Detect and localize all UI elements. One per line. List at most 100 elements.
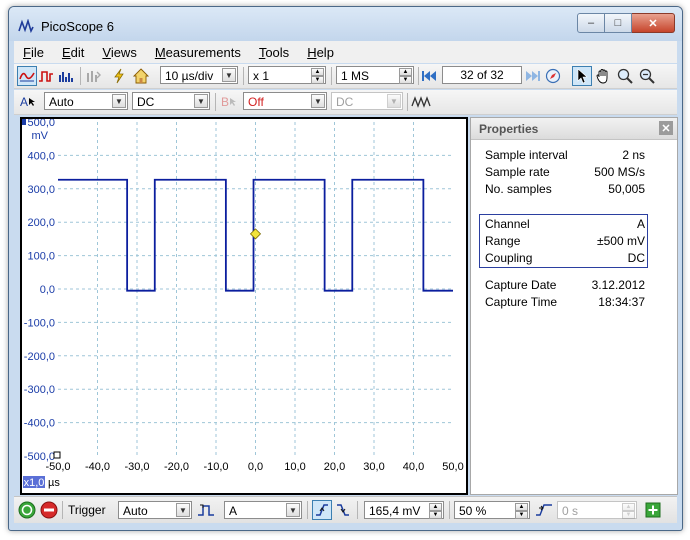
trigger-label: Trigger [68,503,106,517]
property-label: No. samples [485,182,552,196]
property-row: Sample rate 500 MS/s [485,165,645,181]
scope-mode-icon[interactable] [17,66,37,86]
trigger-delay-value: 0 s [562,504,579,518]
minimize-button[interactable]: – [577,13,605,33]
spin-up-icon[interactable]: ▲ [399,68,412,76]
menu-views[interactable]: Views [93,45,145,60]
property-row: Sample interval 2 ns [485,148,645,164]
spin-down-icon[interactable]: ▼ [399,76,412,84]
samples-value: 1 MS [341,69,370,83]
y-axis-unit: mV [32,130,49,142]
compass-navigate-icon[interactable] [544,67,562,85]
chevron-down-icon[interactable]: ▼ [286,503,300,517]
close-button[interactable]: ✕ [632,13,675,33]
samples-spinner[interactable]: 1 MS ▲ ▼ [336,66,414,84]
scope-view[interactable]: 500,0 400,0 300,0 200,0 100,0 0,0 -100,0 -200,0… [20,117,468,495]
y-tick-label: -200,0 [24,351,55,363]
x-tick-label: 0,0 [248,461,263,473]
channel-a-range-select[interactable]: Auto ▼ [44,92,128,110]
scope-plot[interactable]: 500,0 400,0 300,0 200,0 100,0 0,0 -100,0 -200,0… [22,117,466,493]
pre-trigger-spinner[interactable]: 50 % ▲ ▼ [454,501,530,519]
y-tick-label: -300,0 [24,384,55,396]
serial-decoding-icon[interactable] [84,67,102,85]
chevron-down-icon[interactable]: ▼ [222,68,236,82]
channel-a-letter: A [19,95,28,109]
y-tick-label: 400,0 [27,150,55,162]
x-tick-label: 30,0 [363,461,384,473]
menu-help[interactable]: Help [298,45,343,60]
property-row: No. samples 50,005 [485,182,645,198]
default-setup-home-icon[interactable] [132,67,150,85]
spin-down-icon[interactable]: ▼ [515,511,528,519]
hand-pan-icon[interactable] [594,67,612,85]
x-tick-label: 10,0 [284,461,305,473]
trigger-source-select[interactable]: A ▼ [224,501,302,519]
y-tick-label: 200,0 [27,217,55,229]
math-channels-icon[interactable] [410,93,432,111]
trigger-delay-spinner: 0 s ▲ ▼ [557,501,637,519]
y-tick-label: 500,0 [27,119,55,129]
property-label: Sample interval [485,148,568,162]
persistence-mode-icon[interactable] [37,67,55,85]
channel-b-state-value: Off [248,95,264,109]
spin-up-icon: ▲ [622,503,635,511]
advanced-trigger-icon[interactable] [197,501,215,519]
property-label: Capture Date [485,278,557,292]
trigger-threshold-value: 165,4 mV [369,504,421,518]
zoom-out-icon[interactable] [638,67,656,85]
spin-down-icon[interactable]: ▼ [311,76,324,84]
spectrum-mode-icon[interactable] [57,67,75,85]
property-label: Channel [485,217,530,231]
menu-edit[interactable]: Edit [53,45,93,60]
channel-b-range-select[interactable]: Off ▼ [243,92,327,110]
pre-trigger-value: 50 % [459,504,487,518]
channel-b-options-button[interactable]: B [218,93,240,111]
close-icon[interactable]: ✕ [659,121,673,135]
chevron-down-icon[interactable]: ▼ [112,94,126,108]
y-tick-label: 100,0 [27,251,55,263]
rising-edge-icon[interactable] [312,500,332,520]
chevron-down-icon[interactable]: ▼ [194,94,208,108]
chevron-down-icon[interactable]: ▼ [311,94,325,108]
pointer-tool-icon[interactable] [572,66,592,86]
maximize-button[interactable]: □ [605,13,632,33]
menu-file[interactable]: File [14,45,53,60]
property-value: ±500 mV [597,234,645,248]
main-toolbar: 10 µs/div ▼ x 1 ▲ ▼ 1 MS ▲ ▼ 32 of 32 [14,64,677,89]
x-tick-label: -30,0 [124,461,149,473]
stop-capture-icon[interactable] [40,501,58,519]
trigger-mode-select[interactable]: Auto ▼ [118,501,192,519]
trigger-threshold-spinner[interactable]: 165,4 mV ▲ ▼ [364,501,444,519]
property-label: Range [485,234,521,248]
zoom-spinner[interactable]: x 1 ▲ ▼ [248,66,326,84]
spin-up-icon[interactable]: ▲ [311,68,324,76]
y-tick-label: 300,0 [27,184,55,196]
x-tick-label: 50,0 [442,461,463,473]
add-measurement-icon[interactable] [644,501,662,519]
property-value: A [636,217,645,231]
falling-edge-icon[interactable] [334,501,352,519]
zoom-value: x 1 [253,69,270,83]
chevron-down-icon[interactable]: ▼ [176,503,190,517]
buffer-navigator-field[interactable]: 32 of 32 [442,66,522,84]
auto-setup-lightning-icon[interactable] [110,67,128,85]
menu-measurements[interactable]: Measurements [146,45,250,60]
properties-title: Properties [479,122,539,136]
property-value: 500 MS/s [594,165,645,179]
menu-tools[interactable]: Tools [250,45,298,60]
post-trigger-delay-icon[interactable] [535,501,553,519]
start-capture-icon[interactable] [18,501,36,519]
channel-a-coupling-select[interactable]: DC ▼ [132,92,210,110]
x-axis-unit: µs [48,477,60,489]
property-label: Capture Time [485,295,558,309]
y-tick-label: 0,0 [40,284,55,296]
spin-up-icon[interactable]: ▲ [515,503,528,511]
property-value: 3.12.2012 [591,278,645,292]
spin-down-icon[interactable]: ▼ [429,511,442,519]
timebase-select[interactable]: 10 µs/div ▼ [160,66,238,84]
channel-a-options-button[interactable]: A [17,93,39,111]
zoom-in-icon[interactable] [616,67,634,85]
first-buffer-icon[interactable] [420,67,438,85]
spin-up-icon[interactable]: ▲ [429,503,442,511]
next-buffer-icon[interactable] [524,67,542,85]
